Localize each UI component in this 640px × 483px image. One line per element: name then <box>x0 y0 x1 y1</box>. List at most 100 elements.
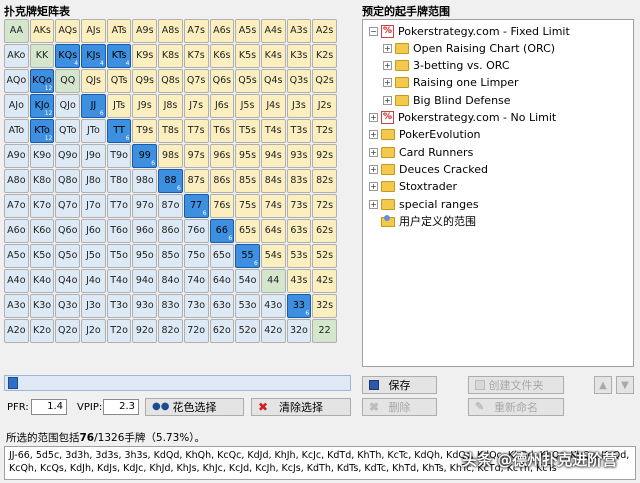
hand-cell-AQs[interactable]: AQs <box>55 19 81 43</box>
hand-cell-AJs[interactable]: AJs <box>81 19 106 43</box>
hand-cell-32o[interactable]: 32o <box>286 318 312 343</box>
hand-cell-85o[interactable]: 85o <box>158 243 183 268</box>
hand-cell-K4s[interactable]: K4s <box>260 43 286 68</box>
hand-cell-J5s[interactable]: J5s <box>235 93 260 118</box>
hand-cell-T9o[interactable]: T9o <box>106 143 132 168</box>
tree-node[interactable]: + Deuces Cracked <box>369 161 488 177</box>
hand-cell-84s[interactable]: 84s <box>260 168 286 193</box>
hand-cell-K3s[interactable]: K3s <box>286 43 312 68</box>
hand-cell-76s[interactable]: 76s <box>209 193 235 218</box>
hand-cell-52o[interactable]: 52o <box>235 318 260 343</box>
hand-cell-AQo[interactable]: AQo <box>4 68 29 93</box>
hand-cell-62s[interactable]: 62s <box>312 218 337 243</box>
hand-cell-A7s[interactable]: A7s <box>183 19 209 43</box>
hand-cell-98s[interactable]: 98s <box>158 143 183 168</box>
hand-cell-99[interactable]: 99 6 <box>132 143 158 168</box>
hand-cell-42o[interactable]: 42o <box>260 318 286 343</box>
hand-cell-J6o[interactable]: J6o <box>81 218 106 243</box>
hand-cell-A9o[interactable]: A9o <box>4 143 29 168</box>
hand-cell-Q3o[interactable]: Q3o <box>55 293 81 318</box>
hand-cell-93o[interactable]: 93o <box>132 293 158 318</box>
hand-cell-55[interactable]: 55 6 <box>235 243 260 268</box>
hand-cell-74o[interactable]: 74o <box>183 268 209 293</box>
hand-cell-65s[interactable]: 65s <box>235 218 260 243</box>
hand-cell-K7s[interactable]: K7s <box>183 43 209 68</box>
hand-cell-K9s[interactable]: K9s <box>132 43 158 68</box>
hand-cell-85s[interactable]: 85s <box>235 168 260 193</box>
hand-cell-83o[interactable]: 83o <box>158 293 183 318</box>
hand-cell-T4o[interactable]: T4o <box>106 268 132 293</box>
hand-cell-77[interactable]: 77 6 <box>183 193 209 218</box>
hand-cell-87s[interactable]: 87s <box>183 168 209 193</box>
hand-cell-T3o[interactable]: T3o <box>106 293 132 318</box>
hand-cell-QTo[interactable]: QTo <box>55 118 81 143</box>
hand-cell-75s[interactable]: 75s <box>235 193 260 218</box>
hand-cell-J4s[interactable]: J4s <box>260 93 286 118</box>
hand-cell-84o[interactable]: 84o <box>158 268 183 293</box>
hand-cell-94s[interactable]: 94s <box>260 143 286 168</box>
hand-cell-Q5s[interactable]: Q5s <box>235 68 260 93</box>
expand-icon[interactable]: + <box>369 147 378 157</box>
hand-cell-T2s[interactable]: T2s <box>312 118 337 143</box>
hand-cell-63s[interactable]: 63s <box>286 218 312 243</box>
hand-cell-A5o[interactable]: A5o <box>4 243 29 268</box>
hand-cell-J2s[interactable]: J2s <box>312 93 337 118</box>
hand-cell-66[interactable]: 66 6 <box>209 218 235 243</box>
suit-select-button[interactable]: ●● 花色选择 <box>145 398 244 416</box>
hand-cell-ATs[interactable]: ATs <box>106 19 132 43</box>
hand-cell-J8o[interactable]: J8o <box>81 168 106 193</box>
hand-cell-86s[interactable]: 86s <box>209 168 235 193</box>
move-up-button[interactable]: ▲ <box>594 376 612 394</box>
hand-cell-Q5o[interactable]: Q5o <box>55 243 81 268</box>
collapse-icon[interactable]: − <box>369 26 378 36</box>
hand-cell-53s[interactable]: 53s <box>286 243 312 268</box>
hand-cell-J5o[interactable]: J5o <box>81 243 106 268</box>
hand-cell-QQ[interactable]: QQ <box>55 68 81 93</box>
hand-cell-73o[interactable]: 73o <box>183 293 209 318</box>
hand-cell-J3o[interactable]: J3o <box>81 293 106 318</box>
hand-cell-97o[interactable]: 97o <box>132 193 158 218</box>
hand-cell-53o[interactable]: 53o <box>235 293 260 318</box>
hand-cell-ATo[interactable]: ATo <box>4 118 29 143</box>
tree-node[interactable]: +% Pokerstrategy.com - No Limit <box>369 110 556 126</box>
save-button[interactable]: 保存 <box>362 376 437 394</box>
hand-cell-33[interactable]: 33 6 <box>286 293 312 318</box>
hand-cell-Q7o[interactable]: Q7o <box>55 193 81 218</box>
hand-cell-T5o[interactable]: T5o <box>106 243 132 268</box>
hand-cell-JJ[interactable]: JJ 6 <box>81 93 106 118</box>
hand-cell-92o[interactable]: 92o <box>132 318 158 343</box>
hand-cell-KQs[interactable]: KQs 4 <box>55 43 81 68</box>
expand-icon[interactable]: + <box>369 199 378 209</box>
hand-cell-76o[interactable]: 76o <box>183 218 209 243</box>
tree-node[interactable]: + Raising one Limper <box>383 75 519 91</box>
slider-thumb[interactable] <box>8 377 18 389</box>
hand-cell-72s[interactable]: 72s <box>312 193 337 218</box>
hand-cell-A9s[interactable]: A9s <box>132 19 158 43</box>
hand-cell-Q8o[interactable]: Q8o <box>55 168 81 193</box>
hand-cell-AA[interactable]: AA <box>4 19 29 43</box>
clear-selection-button[interactable]: ✖ 清除选择 <box>251 398 351 416</box>
hand-cell-KJs[interactable]: KJs 4 <box>81 43 106 68</box>
hand-cell-K8s[interactable]: K8s <box>158 43 183 68</box>
hand-cell-97s[interactable]: 97s <box>183 143 209 168</box>
hand-cell-KTo[interactable]: KTo 12 <box>29 118 55 143</box>
hand-cell-A4o[interactable]: A4o <box>4 268 29 293</box>
hand-cell-Q6s[interactable]: Q6s <box>209 68 235 93</box>
vpip-input[interactable]: 2.3 <box>103 399 139 415</box>
hand-cell-54o[interactable]: 54o <box>235 268 260 293</box>
tree-node[interactable]: −% Pokerstrategy.com - Fixed Limit <box>369 23 570 39</box>
hand-cell-65o[interactable]: 65o <box>209 243 235 268</box>
hand-cell-K2s[interactable]: K2s <box>312 43 337 68</box>
tree-node[interactable]: +3-betting vs. ORC <box>383 58 510 74</box>
hand-cell-75o[interactable]: 75o <box>183 243 209 268</box>
hand-cell-52s[interactable]: 52s <box>312 243 337 268</box>
tree-node[interactable]: + special ranges <box>369 196 479 212</box>
expand-icon[interactable]: + <box>369 164 378 174</box>
hand-cell-QJo[interactable]: QJo <box>55 93 81 118</box>
hand-cell-72o[interactable]: 72o <box>183 318 209 343</box>
hand-cell-J2o[interactable]: J2o <box>81 318 106 343</box>
hand-cell-A3s[interactable]: A3s <box>286 19 312 43</box>
hand-cell-T4s[interactable]: T4s <box>260 118 286 143</box>
hand-cell-A4s[interactable]: A4s <box>260 19 286 43</box>
hand-cell-T9s[interactable]: T9s <box>132 118 158 143</box>
